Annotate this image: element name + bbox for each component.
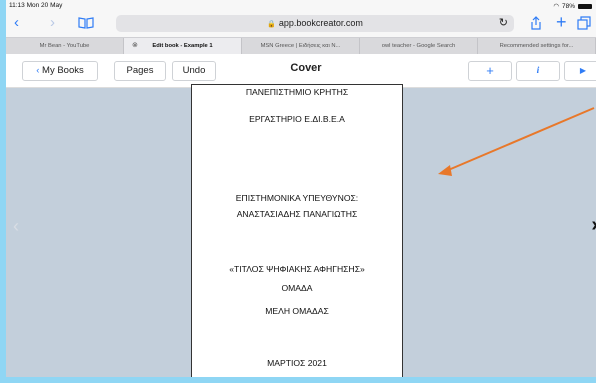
next-page-icon[interactable]: › — [591, 214, 596, 237]
chevron-right-icon[interactable]: › — [50, 14, 55, 31]
book-icon[interactable] — [78, 16, 94, 33]
address-bar[interactable]: 🔒 app.bookcreator.com ↻ — [116, 15, 514, 32]
text-line[interactable]: ΠΑΝΕΠΙΣΤΗΜΙΟ ΚΡΗΤΗΣ — [192, 87, 402, 97]
tab-label: Mr Bean - YouTube — [39, 43, 90, 49]
plus-icon[interactable]: + — [556, 12, 567, 33]
text-line[interactable]: ΟΜΑΔΑ — [192, 283, 402, 293]
safari-toolbar: ‹ › 🔒 app.bookcreator.com ↻ + — [6, 11, 596, 37]
battery-percent: 78% — [561, 2, 575, 10]
share-icon[interactable] — [530, 16, 542, 34]
cover-page[interactable]: ΠΑΝΕΠΙΣΤΗΜΙΟ ΚΡΗΤΗΣ ΕΡΓΑΣΤΗΡΙΟ Ε.ΔΙ.Β.Ε.… — [191, 84, 403, 377]
my-books-button[interactable]: ‹ My Books — [22, 61, 98, 81]
pages-button[interactable]: Pages — [114, 61, 166, 81]
app-toolbar: ‹ My Books Pages Undo Cover + i ▶ — [6, 54, 596, 88]
lock-icon: 🔒 — [267, 21, 276, 28]
text-line[interactable]: ΜΕΛΗ ΟΜΑΔΑΣ — [192, 306, 402, 316]
page-title: Cover — [290, 62, 322, 74]
book-canvas: ‹ › ΠΑΝΕΠΙΣΤΗΜΙΟ ΚΡΗΤΗΣ ΕΡΓΑΣΤΗΡΙΟ Ε.ΔΙ.… — [6, 84, 596, 377]
reload-icon[interactable]: ↻ — [499, 16, 508, 29]
tab-label: Edit book - Example 1 — [152, 43, 213, 49]
text-line[interactable]: ΕΡΓΑΣΤΗΡΙΟ Ε.ΔΙ.Β.Ε.Α — [192, 114, 402, 124]
tab-owl-teacher[interactable]: owl teacher - Google Search — [360, 38, 478, 55]
text-line[interactable]: ΑΝΑΣΤΑΣΙΑΔΗΣ ΠΑΝΑΓΙΩΤΗΣ — [192, 209, 402, 219]
screen: 11:13 Mon 20 May ◠ 78% ‹ › 🔒 app.bookcrea… — [6, 0, 596, 377]
undo-button[interactable]: Undo — [172, 61, 216, 81]
tab-msn-greece[interactable]: MSN Greece | Ειδήσεις και N... — [242, 38, 360, 55]
tab-edit-book[interactable]: ⊗ Edit book - Example 1 — [124, 38, 242, 55]
add-button[interactable]: + — [468, 61, 512, 81]
close-icon[interactable]: ⊗ — [132, 38, 138, 54]
my-books-label: My Books — [42, 65, 84, 76]
info-button[interactable]: i — [516, 61, 560, 81]
battery-icon — [578, 3, 592, 9]
tab-label: Recommended settings for... — [499, 43, 574, 49]
text-line[interactable]: ΕΠΙΣΤΗΜΟΝΙΚΑ ΥΠΕΥΘΥΝΟΣ: — [192, 193, 402, 203]
browser-tabs: Mr Bean - YouTube ⊗ Edit book - Example 1… — [6, 37, 596, 55]
status-time: 11:13 Mon 20 May — [9, 2, 63, 9]
url-text: app.bookcreator.com — [278, 18, 363, 28]
wifi-icon: ◠ — [553, 3, 559, 10]
previous-page-icon[interactable]: ‹ — [13, 216, 19, 237]
tab-label: MSN Greece | Ειδήσεις και N... — [260, 43, 341, 49]
tab-mr-bean[interactable]: Mr Bean - YouTube — [6, 38, 124, 55]
play-button[interactable]: ▶ — [564, 61, 596, 81]
tabs-icon[interactable] — [577, 16, 591, 34]
annotation-arrow — [438, 107, 595, 176]
status-right: ◠ 78% — [553, 2, 592, 10]
tab-recommended-settings[interactable]: Recommended settings for... — [478, 38, 596, 55]
text-line[interactable]: «ΤΙΤΛΟΣ ΨΗΦΙΑΚΗΣ ΑΦΗΓΗΣΗΣ» — [192, 264, 402, 274]
text-line[interactable]: ΜΑΡΤΙΟΣ 2021 — [192, 358, 402, 368]
chevron-left-icon[interactable]: ‹ — [14, 14, 19, 31]
status-bar: 11:13 Mon 20 May ◠ 78% — [6, 0, 596, 11]
device-frame: 11:13 Mon 20 May ◠ 78% ‹ › 🔒 app.bookcrea… — [0, 0, 596, 383]
tab-label: owl teacher - Google Search — [381, 43, 456, 49]
